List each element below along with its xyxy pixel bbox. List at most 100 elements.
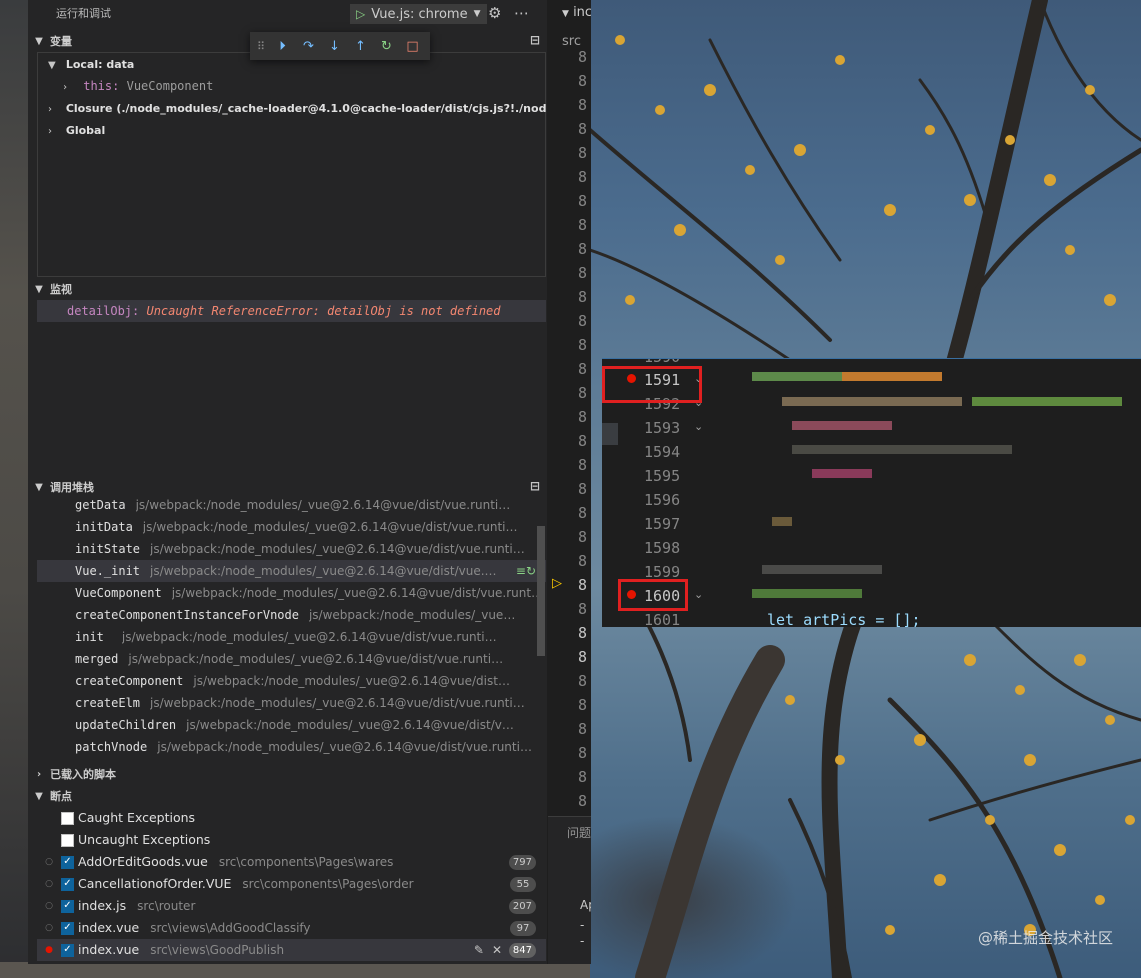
stack-frame[interactable]: createElm js/webpack:/node_modules/_vue@2… (37, 692, 546, 714)
edit-breakpoint-icon[interactable]: ✎ (474, 939, 484, 961)
line-number: 8 (578, 192, 588, 210)
editor-tab[interactable]: ▼ inc (562, 5, 591, 20)
stack-frame[interactable]: init js/webpack:/node_modules/_vue@2.6.14… (37, 626, 546, 648)
step-into-icon[interactable]: ↓ (325, 37, 344, 56)
watermark: @稀土掘金技术社区 (977, 929, 1113, 947)
line-number: 8 (578, 432, 588, 450)
breakpoint-item[interactable]: ○ ✓ CancellationofOrder.VUE src\componen… (37, 873, 546, 895)
launch-config-label: Vue.js: chrome (371, 6, 468, 22)
scope-local[interactable]: ▼ Local: data (48, 53, 134, 75)
current-execution-arrow-icon: ▷ (552, 576, 562, 591)
chevron-right-icon: › (62, 82, 69, 93)
uncaught-exceptions-option[interactable]: Uncaught Exceptions (37, 829, 546, 851)
more-actions-icon[interactable]: ⋯ (514, 4, 529, 22)
breakpoints-section-header[interactable]: ▼ 断点 (28, 785, 547, 807)
breakpoint-item-selected[interactable]: ● ✓ index.vue src\views\GoodPublish ✎ ✕ … (37, 939, 546, 961)
line-number: 8 (578, 528, 588, 546)
panel-header: 运行和调试 ▷ Vue.js: chrome ▼ ⚙ ⋯ (28, 0, 547, 30)
watch-section-header[interactable]: ▼ 监视 (28, 278, 547, 300)
scope-closure[interactable]: › Closure (./node_modules/_cache-loader@… (48, 97, 547, 119)
step-over-icon[interactable]: ↷ (299, 37, 318, 56)
breakpoint-checkbox[interactable]: ✓ (61, 943, 74, 957)
code-text: let artPics = []; (767, 611, 921, 627)
line-number: 1590 (644, 359, 696, 366)
line-number: 8 (578, 48, 588, 66)
breakpoint-dot-icon: ● (45, 945, 53, 955)
line-number: 8 (578, 480, 588, 498)
output-text: Ap (580, 898, 591, 912)
chevron-down-icon[interactable]: ⌄ (694, 420, 703, 433)
breakpoint-dot-icon: ○ (45, 857, 53, 867)
line-number: 8 (578, 720, 588, 738)
line-number: 8 (578, 120, 588, 138)
stop-icon[interactable]: □ (403, 37, 422, 56)
stack-frame[interactable]: merged js/webpack:/node_modules/_vue@2.6.… (37, 648, 546, 670)
call-stack-scrollbar[interactable] (537, 526, 545, 656)
collapse-all-icon[interactable]: ⊟ (530, 479, 540, 493)
chevron-down-icon: ▼ (48, 60, 56, 71)
line-number: 1598 (644, 539, 681, 557)
watch-expression[interactable]: detailObj: Uncaught ReferenceError: deta… (37, 300, 546, 322)
breadcrumb[interactable]: src (562, 34, 581, 49)
breakpoint-item[interactable]: ○ ✓ index.js src\router 207 (37, 895, 546, 917)
watch-section-title: 监视 (50, 283, 72, 296)
stack-frame[interactable]: VueComponent js/webpack:/node_modules/_vu… (37, 582, 546, 604)
problems-tab[interactable]: 问题 (567, 824, 591, 841)
line-number: 8 (578, 624, 588, 642)
line-number: 8 (578, 144, 588, 162)
line-number: 8 (578, 600, 588, 618)
background-bottom (0, 962, 600, 978)
chevron-down-icon: ▼ (562, 9, 569, 19)
remove-breakpoint-icon[interactable]: ✕ (492, 939, 502, 961)
code-editor-overlay: 1590 1591 ⌄ 1592 ⌄ 1593 ⌄ 1594 1595 1596… (602, 358, 1141, 627)
caught-exceptions-checkbox[interactable] (61, 811, 74, 825)
stack-frame[interactable]: updateChildren js/webpack:/node_modules/_… (37, 714, 546, 736)
breakpoint-actions: ✎ ✕ (474, 939, 502, 961)
caught-exceptions-option[interactable]: Caught Exceptions (37, 807, 546, 829)
breakpoint-line-badge: 797 (508, 855, 536, 870)
continue-icon[interactable]: ⏵ (273, 37, 292, 56)
variable-name: this: (83, 79, 120, 93)
breakpoint-item[interactable]: ○ ✓ index.vue src\views\AddGoodClassify … (37, 917, 546, 939)
restart-icon[interactable]: ↻ (377, 37, 396, 56)
breakpoint-checkbox[interactable]: ✓ (61, 855, 74, 869)
chevron-down-icon: ▼ (35, 790, 43, 802)
start-debugging-icon[interactable]: ▷ (356, 7, 365, 21)
scope-label: Global (65, 124, 106, 137)
chevron-down-icon[interactable]: ⌄ (694, 588, 703, 601)
uncaught-exceptions-checkbox[interactable] (61, 833, 74, 847)
variable-this[interactable]: › this: VueComponent (62, 75, 213, 97)
chevron-down-icon: ▼ (473, 9, 481, 19)
loaded-scripts-section-title: 已载入的脚本 (50, 768, 116, 781)
breakpoint-checkbox[interactable]: ✓ (61, 921, 74, 935)
stack-frame[interactable]: getData js/webpack:/node_modules/_vue@2.6… (37, 494, 546, 516)
stack-frame[interactable]: createComponentInstanceForVnode js/webpac… (37, 604, 546, 626)
step-out-icon[interactable]: ↑ (351, 37, 370, 56)
debug-toolbar: ⠿ ⏵ ↷ ↓ ↑ ↻ □ (250, 32, 430, 60)
stack-frame-selected[interactable]: Vue._init js/webpack:/node_modules/_vue@2… (37, 560, 546, 582)
breakpoint-item[interactable]: ○ ✓ AddOrEditGoods.vue src\components\Pa… (37, 851, 546, 873)
line-number: 8 (578, 216, 588, 234)
stack-frame[interactable]: patchVnode js/webpack:/node_modules/_vue@… (37, 736, 546, 758)
call-stack-section-title: 调用堆栈 (50, 481, 94, 494)
line-number: 8 (578, 72, 588, 90)
line-number: 8 (578, 504, 588, 522)
breakpoint-checkbox[interactable]: ✓ (61, 877, 74, 891)
scope-global[interactable]: › Global (48, 119, 105, 141)
panel-title: 运行和调试 (56, 7, 111, 20)
breakpoint-checkbox[interactable]: ✓ (61, 899, 74, 913)
stack-frame[interactable]: initData js/webpack:/node_modules/_vue@2.… (37, 516, 546, 538)
line-number: 1594 (644, 443, 681, 461)
line-number: 1593 (644, 419, 681, 437)
drag-handle-icon[interactable]: ⠿ (256, 37, 266, 56)
restart-frame-icon[interactable]: ≡↻ (516, 560, 536, 582)
stack-frame[interactable]: createComponent js/webpack:/node_modules/… (37, 670, 546, 692)
loaded-scripts-section-header[interactable]: › 已载入的脚本 (28, 763, 547, 785)
line-number: 8 (578, 768, 588, 786)
stack-frame[interactable]: initState js/webpack:/node_modules/_vue@2… (37, 538, 546, 560)
gear-icon[interactable]: ⚙ (488, 4, 501, 22)
launch-config-select[interactable]: ▷ Vue.js: chrome ▼ (350, 4, 487, 24)
breakpoint-line-badge: 847 (508, 943, 536, 958)
collapse-all-icon[interactable]: ⊟ (530, 33, 540, 47)
highlight-box-line-1591 (602, 366, 702, 403)
